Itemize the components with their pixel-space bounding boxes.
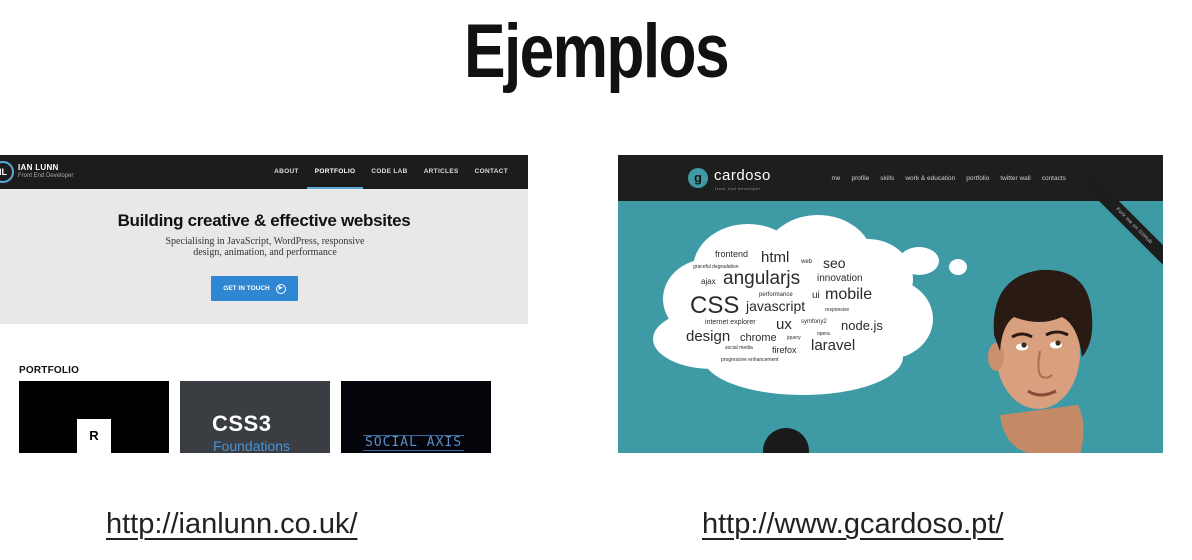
cloud-word: design: [686, 328, 731, 345]
gcardoso-nav-twitter-wall[interactable]: twitter wall: [995, 155, 1036, 201]
cloud-word: javascript: [746, 298, 806, 314]
cloud-word: laravel: [811, 337, 856, 354]
gcardoso-logo-icon[interactable]: g: [688, 168, 708, 188]
gcardoso-site-name: cardoso: [714, 167, 771, 184]
cloud-word: ux: [776, 316, 792, 333]
cloud-word: chrome: [740, 332, 777, 344]
cloud-word: html: [761, 249, 790, 266]
ianlunn-nav-code-lab[interactable]: CODE LAB: [363, 155, 415, 189]
cloud-word: symfony2: [801, 319, 827, 325]
gcardoso-navbar: g cardoso front end developer me profile…: [618, 155, 1163, 201]
ianlunn-tile-social-axis: SOCIAL AXIS: [363, 435, 465, 451]
ianlunn-tile-r-logo: R: [77, 419, 111, 453]
cloud-word: CSS: [690, 292, 740, 319]
gcardoso-screenshot: g cardoso front end developer me profile…: [618, 155, 1163, 453]
ianlunn-portfolio-tile[interactable]: CSS3 Foundations: [180, 381, 330, 453]
arrow-circle-icon: ▶: [275, 283, 286, 294]
ianlunn-url-link[interactable]: http://ianlunn.co.uk/: [106, 508, 358, 541]
ianlunn-nav-articles[interactable]: ARTICLES: [416, 155, 467, 189]
ianlunn-navbar: IL IAN LUNN Front End Developer ABOUT PO…: [0, 155, 528, 189]
portrait-image: [988, 269, 1093, 453]
cloud-word: internet explorer: [705, 319, 756, 326]
slide-title: Ejemplos: [464, 9, 730, 94]
ianlunn-portfolio-heading: PORTFOLIO: [19, 365, 80, 376]
ianlunn-portfolio-tile[interactable]: SOCIAL AXIS: [341, 381, 491, 453]
gcardoso-nav-contacts[interactable]: contacts: [1036, 155, 1071, 201]
ianlunn-site-name: IAN LUNN: [18, 163, 59, 172]
gcardoso-nav-profile[interactable]: profile: [846, 155, 875, 201]
cloud-word: seo: [823, 255, 846, 271]
ianlunn-menu: ABOUT PORTFOLIO CODE LAB ARTICLES CONTAC…: [266, 155, 516, 189]
cloud-word: jquery: [787, 335, 801, 341]
ianlunn-nav-contact[interactable]: CONTACT: [467, 155, 516, 189]
cloud-word: angularjs: [723, 268, 801, 289]
gcardoso-nav-work-education[interactable]: work & education: [900, 155, 961, 201]
ianlunn-nav-about[interactable]: ABOUT: [266, 155, 307, 189]
gcardoso-nav-skills[interactable]: skills: [875, 155, 900, 201]
cloud-word: mobile: [825, 286, 873, 303]
cloud-word: web: [801, 259, 813, 265]
cloud-puff-small: [899, 247, 939, 275]
dark-circle-badge: [763, 428, 809, 453]
ianlunn-portfolio-tile[interactable]: R: [19, 381, 169, 453]
ianlunn-nav-portfolio[interactable]: PORTFOLIO: [306, 155, 364, 189]
gcardoso-url-link[interactable]: http://www.gcardoso.pt/: [702, 508, 1003, 541]
ianlunn-screenshot: IL IAN LUNN Front End Developer ABOUT PO…: [0, 155, 528, 453]
cloud-word: frontend: [715, 249, 749, 259]
gcardoso-menu: me profile skills work & education portf…: [826, 155, 1071, 201]
gcardoso-nav-portfolio[interactable]: portfolio: [961, 155, 995, 201]
cloud-word: responsive: [825, 307, 850, 313]
cloud-word: ui: [812, 290, 820, 301]
gcardoso-tagline: front end developer: [715, 186, 761, 191]
gcardoso-nav-me[interactable]: me: [826, 155, 846, 201]
ianlunn-logo-icon[interactable]: IL: [0, 161, 14, 183]
ianlunn-site-role: Front End Developer: [18, 173, 74, 179]
cloud-word: innovation: [817, 273, 863, 284]
ianlunn-tile-css3: CSS3: [212, 411, 272, 436]
ianlunn-subheadline: Specialising in JavaScript, WordPress, r…: [165, 236, 365, 258]
cloud-word: firefox: [772, 345, 797, 355]
ianlunn-tile-foundations: Foundations: [213, 438, 291, 453]
ianlunn-headline: Building creative & effective websites: [117, 211, 411, 230]
ianlunn-hero: Building creative & effective websites S…: [0, 189, 528, 324]
ianlunn-cta-label: GET IN TOUCH: [223, 285, 270, 292]
cloud-word: progressive enhancement: [721, 357, 779, 363]
ianlunn-get-in-touch-button[interactable]: GET IN TOUCH ▶: [211, 276, 298, 301]
cloud-word: social media: [725, 345, 753, 351]
cloud-word: ajax: [701, 277, 716, 286]
cloud-word: node.js: [841, 318, 883, 333]
cloud-puff-small: [949, 259, 967, 275]
